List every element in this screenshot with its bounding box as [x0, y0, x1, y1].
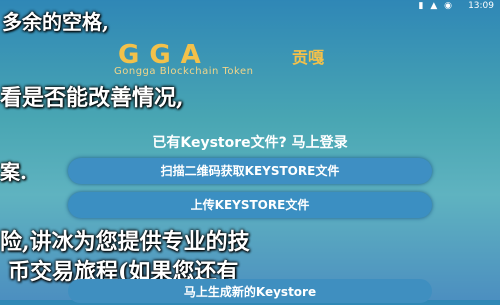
overlay-text-line-1: 多余的空格,: [2, 10, 109, 34]
overlay-text-line-3: 案.: [0, 160, 27, 184]
generate-keystore-button[interactable]: 马上生成新的Keystore: [68, 279, 432, 303]
status-time: 13:09: [468, 1, 494, 11]
overlay-text-line-4: 险,讲冰为您提供专业的技: [0, 229, 250, 255]
upload-keystore-button[interactable]: 上传KEYSTORE文件: [68, 192, 432, 218]
logo-chinese: 贡嘎: [292, 48, 325, 67]
overlay-text-line-2: 看是否能改善情况,: [0, 85, 184, 111]
app-logo: GGA 贡嘎 Gongga Blockchain Token: [0, 38, 500, 78]
logo-subtitle: Gongga Blockchain Token: [114, 66, 254, 77]
login-with-keystore-link[interactable]: 已有Keystore文件? 马上登录: [100, 132, 400, 152]
status-icons: ▮ ▲ ◉: [418, 1, 454, 11]
scan-qr-keystore-button[interactable]: 扫描二维码获取KEYSTORE文件: [68, 158, 432, 184]
